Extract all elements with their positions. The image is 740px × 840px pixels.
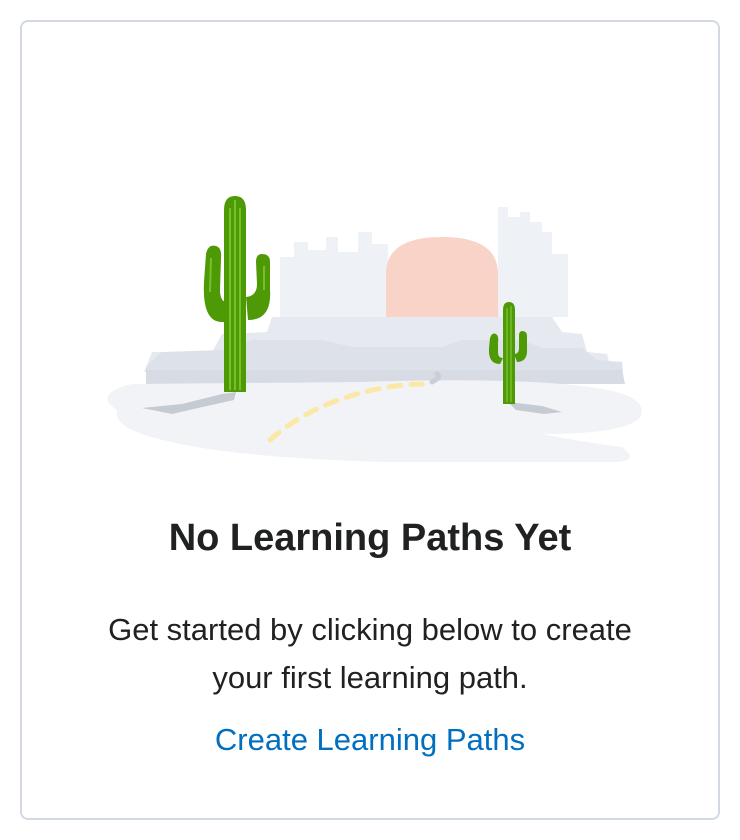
empty-state-description: Get started by clicking below to create … — [108, 612, 632, 695]
empty-state-title: No Learning Paths Yet — [168, 517, 572, 559]
create-link-container: Create Learning Paths — [22, 718, 718, 762]
desert-cactus-illustration — [107, 196, 642, 462]
create-learning-paths-link[interactable]: Create Learning Paths — [215, 722, 525, 757]
empty-state-card: No Learning Paths Yet Get started by cli… — [20, 20, 720, 820]
sand-ground — [107, 380, 642, 462]
rock-formations — [144, 317, 625, 384]
